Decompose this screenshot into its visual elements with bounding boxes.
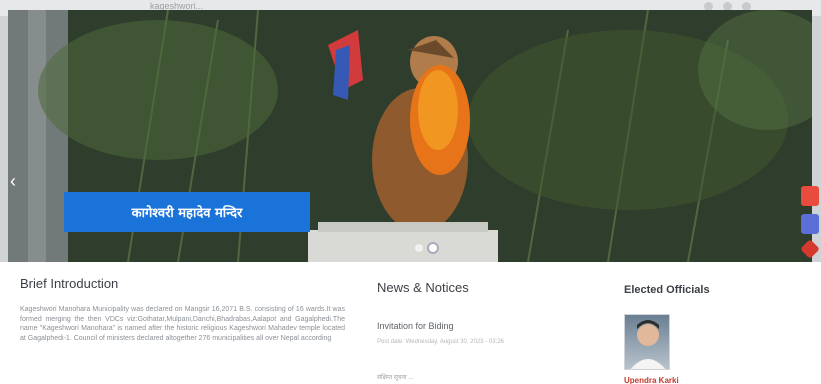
slider-dots [415,244,437,252]
chat-icon[interactable] [801,186,819,206]
avatar [630,320,666,369]
alert-icon[interactable] [800,239,820,259]
news-notices: News & Notices Invitation for Biding Pos… [377,280,557,381]
elected-officials: Elected Officials Upendra Karki [624,284,794,384]
message-icon[interactable] [801,214,819,234]
intro-heading: Brief Introduction [20,276,119,291]
slide-caption[interactable]: कागेश्वरी महादेव मन्दिर [64,192,310,232]
slider-dot-active[interactable] [429,244,437,252]
slider-dot[interactable] [415,244,423,252]
news-heading: News & Notices [377,280,469,295]
official-photo[interactable] [624,314,670,370]
brief-introduction: Brief Introduction Kageshwori Manohara M… [20,276,345,343]
news-item-title[interactable]: Invitation for Biding [377,321,557,331]
officials-heading: Elected Officials [624,284,710,296]
side-floating-icons [800,186,820,259]
news-item-title[interactable]: संक्षिप्त सूचना ... [377,373,557,381]
slider-prev-arrow[interactable]: ‹ [10,170,24,192]
intro-text: Kageshwori Manohara Municipality was dec… [20,306,345,342]
news-item-date: Post date: Wednesday, August 30, 2023 - … [377,339,504,345]
hero-slider: ‹ कागेश्वरी महादेव मन्दिर [8,10,812,262]
official-name[interactable]: Upendra Karki [624,376,679,384]
content-section: Brief Introduction Kageshwori Manohara M… [0,262,821,384]
